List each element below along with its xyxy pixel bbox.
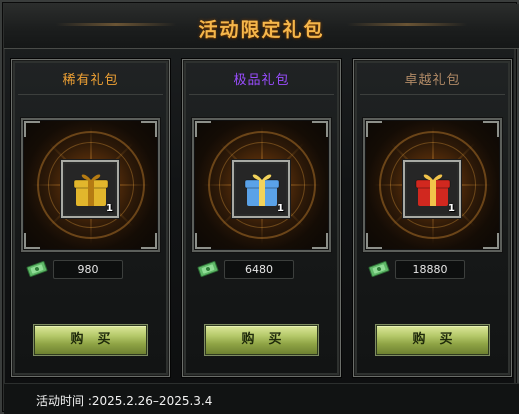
price-value: 980 [53, 260, 123, 279]
banknote-icon [26, 261, 48, 277]
panel-divider [189, 94, 334, 95]
gift-box-icon [415, 174, 451, 206]
pack-panel-premium: 极品礼包 1 6480 购买 [182, 59, 341, 377]
event-time: 活动时间 :2025.2.26–2025.3.4 [36, 394, 213, 408]
pack-display-frame: 1 [192, 118, 331, 252]
panel-divider [18, 94, 163, 95]
buy-button-excellent[interactable]: 购买 [376, 325, 489, 355]
buy-button-rare[interactable]: 购买 [34, 325, 147, 355]
frame-corner [312, 121, 328, 137]
item-quantity: 1 [448, 203, 455, 214]
frame-corner [24, 121, 40, 137]
item-slot[interactable]: 1 [232, 160, 290, 218]
frame-corner [141, 233, 157, 249]
frame-corner [366, 121, 382, 137]
pack-panel-excellent: 卓越礼包 1 18880 购买 [353, 59, 512, 377]
pack-title: 极品礼包 [233, 73, 290, 88]
pack-panel-rare: 稀有礼包 1 980 购买 [11, 59, 170, 377]
frame-corner [141, 121, 157, 137]
frame-corner [24, 233, 40, 249]
gift-box-icon [73, 174, 109, 206]
price-row: 6480 [183, 259, 340, 281]
price-row: 18880 [354, 259, 511, 281]
frame-corner [195, 121, 211, 137]
panel-divider [360, 94, 505, 95]
window-header: 活动限定礼包 [4, 4, 519, 49]
frame-corner [366, 233, 382, 249]
pack-display-frame: 1 [21, 118, 160, 252]
header-ornament-right [347, 23, 467, 26]
price-row: 980 [12, 259, 169, 281]
frame-corner [483, 121, 499, 137]
window-title: 活动限定礼包 [198, 19, 325, 41]
pack-display-frame: 1 [363, 118, 502, 252]
pack-title: 稀有礼包 [62, 73, 119, 88]
price-value: 6480 [224, 260, 294, 279]
gift-pack-window: 活动限定礼包 稀有礼包 1 980 购买 极品礼包 1 6480 购买 卓越礼包… [0, 0, 519, 414]
buy-button-premium[interactable]: 购买 [205, 325, 318, 355]
gift-box-icon [244, 174, 280, 206]
frame-corner [483, 233, 499, 249]
frame-corner [312, 233, 328, 249]
banknote-icon [368, 261, 390, 277]
banknote-icon [197, 261, 219, 277]
item-quantity: 1 [106, 203, 113, 214]
price-value: 18880 [395, 260, 465, 279]
item-slot[interactable]: 1 [403, 160, 461, 218]
frame-corner [195, 233, 211, 249]
pack-title: 卓越礼包 [404, 73, 461, 88]
item-quantity: 1 [277, 203, 284, 214]
item-slot[interactable]: 1 [61, 160, 119, 218]
event-footer: 活动时间 :2025.2.26–2025.3.4 [4, 383, 519, 414]
